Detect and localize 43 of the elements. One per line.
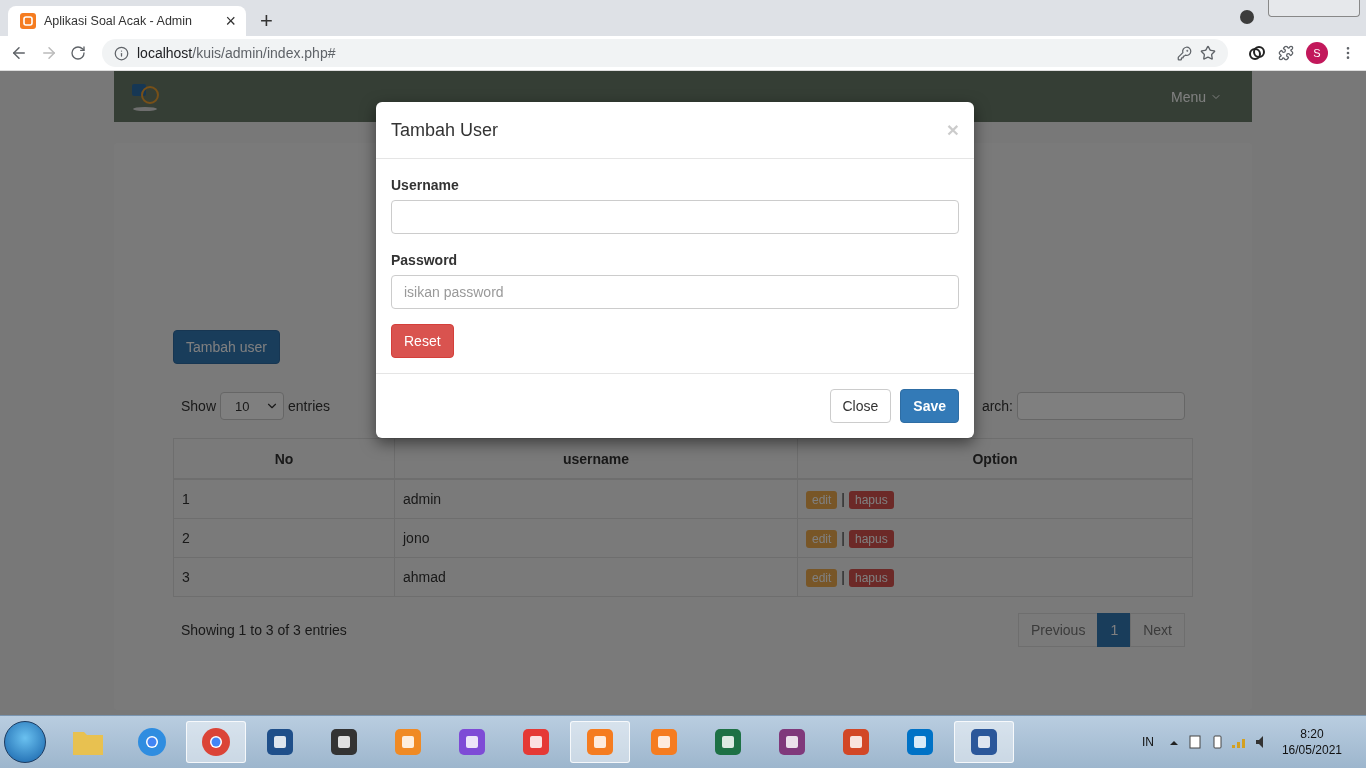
- table-cell: 2: [173, 518, 395, 558]
- close-tab-button[interactable]: ×: [225, 12, 236, 30]
- clock-date: 16/05/2021: [1281, 743, 1342, 757]
- address-bar[interactable]: localhost/kuis/admin/index.php#: [102, 39, 1228, 67]
- edit-button[interactable]: edit: [806, 530, 838, 548]
- entries-label: entries: [288, 398, 331, 414]
- field-label: Password: [391, 252, 459, 268]
- separator: |: [841, 491, 845, 507]
- pagination-button[interactable]: Next: [1130, 613, 1185, 647]
- dialog-title: Tambah User: [391, 119, 499, 141]
- column-header: No: [173, 438, 395, 479]
- table-info: Showing 1 to 3 of 3 entries: [181, 622, 347, 638]
- table-cell: admin: [394, 479, 798, 519]
- show-label: Show: [181, 398, 217, 414]
- save-button[interactable]: Save: [900, 389, 959, 423]
- entries-select[interactable]: 10: [220, 392, 285, 420]
- close-button[interactable]: Close: [829, 389, 892, 423]
- edit-button[interactable]: edit: [806, 569, 838, 587]
- pagination-button[interactable]: 1: [1097, 613, 1132, 647]
- close-button[interactable]: ×: [946, 118, 959, 142]
- separator: |: [841, 530, 845, 546]
- new-tab-button[interactable]: +: [260, 10, 273, 32]
- table-cell: 3: [173, 557, 395, 597]
- tab-title: Aplikasi Soal Acak - Admin: [44, 14, 193, 28]
- delete-button[interactable]: hapus: [849, 491, 894, 509]
- input-field[interactable]: isikan password: [391, 275, 959, 309]
- table-cell: jono: [394, 518, 798, 558]
- profile-avatar[interactable]: S: [1306, 42, 1328, 64]
- delete-button[interactable]: hapus: [849, 530, 894, 548]
- table-cell: ahmad: [394, 557, 798, 597]
- menu-dropdown[interactable]: Menu: [1170, 88, 1222, 105]
- language-indicator[interactable]: IN: [1141, 735, 1154, 749]
- edit-button[interactable]: edit: [806, 491, 838, 509]
- add-user-button[interactable]: Tambah user: [173, 330, 280, 364]
- browser-tab[interactable]: Aplikasi Soal Acak - Admin ×: [8, 6, 246, 36]
- field-label: Username: [391, 177, 460, 193]
- separator: |: [841, 569, 845, 585]
- pagination-button[interactable]: Previous: [1017, 613, 1099, 647]
- search-label: arch:: [981, 398, 1013, 414]
- reset-button[interactable]: Reset: [391, 324, 454, 358]
- clock-time: 8:20: [1300, 727, 1324, 741]
- delete-button[interactable]: hapus: [849, 569, 894, 587]
- table-cell: 1: [173, 479, 395, 519]
